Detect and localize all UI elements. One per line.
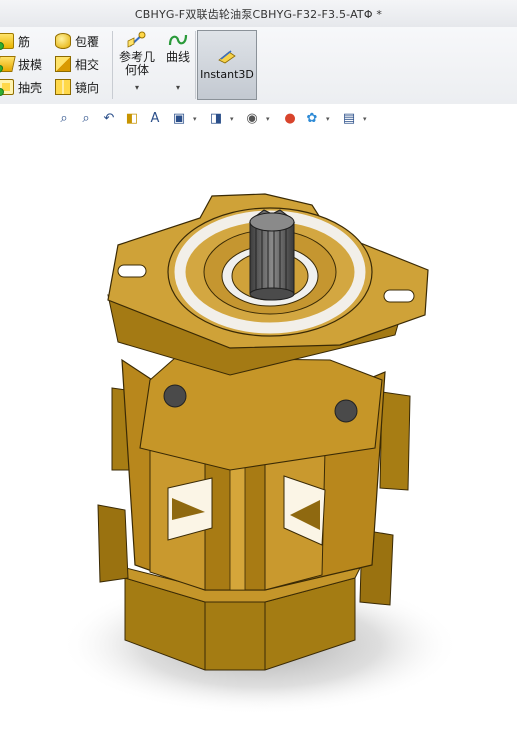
curves-button[interactable]: 曲线 ▾ (162, 31, 194, 94)
hide-show-items-icon[interactable]: ◉ (244, 111, 260, 127)
draft-label: 拔模 (18, 57, 43, 72)
instant3d-label: Instant3D (200, 67, 254, 81)
wrap-button[interactable]: 包覆 (55, 31, 99, 51)
reference-geometry-icon (126, 31, 148, 49)
display-style-icon[interactable]: ◨ (208, 111, 224, 127)
rib-button[interactable]: 筋 (0, 31, 30, 51)
shell-button[interactable]: 抽壳 (0, 77, 42, 97)
reference-geometry-label-2: 何体 (124, 63, 149, 77)
view-orientation-caret[interactable]: ▾ (193, 115, 197, 123)
curves-icon (167, 31, 189, 49)
ribbon-separator (195, 31, 196, 99)
instant3d-button[interactable]: Instant3D (197, 30, 257, 100)
hide-show-caret[interactable]: ▾ (266, 115, 270, 123)
curves-label: 曲线 (165, 50, 190, 64)
dynamic-annotation-icon[interactable]: A (147, 111, 163, 127)
reference-geometry-button[interactable]: 参考几 何体 ▾ (116, 31, 158, 94)
reference-geometry-dropdown-caret[interactable]: ▾ (135, 81, 139, 94)
mirror-icon (55, 79, 71, 95)
shell-label: 抽壳 (18, 80, 43, 95)
view-settings-icon[interactable]: ▤ (341, 111, 357, 127)
ribbon-separator (112, 31, 113, 99)
window-title: CBHYG-F双联齿轮油泵CBHYG-F32-F3.5-ATΦ * (134, 7, 383, 21)
title-bar: CBHYG-F双联齿轮油泵CBHYG-F32-F3.5-ATΦ * (0, 0, 517, 28)
section-view-icon[interactable]: ◧ (124, 111, 140, 127)
previous-view-icon[interactable]: ↶ (101, 111, 117, 127)
view-orientation-icon[interactable]: ▣ (171, 111, 187, 127)
curves-dropdown-caret[interactable]: ▾ (176, 81, 180, 94)
instant3d-icon (217, 49, 237, 64)
zoom-to-area-icon[interactable]: ⌕ (78, 111, 94, 127)
apply-scene-caret[interactable]: ▾ (326, 115, 330, 123)
draft-icon (0, 56, 16, 72)
command-manager-ribbon: 筋 拔模 抽壳 包覆 相交 镜向 参考几 何体 ▾ 曲线 ▾ (0, 27, 517, 105)
display-style-caret[interactable]: ▾ (230, 115, 234, 123)
intersect-button[interactable]: 相交 (55, 54, 99, 74)
intersect-label: 相交 (75, 57, 100, 72)
graphics-area[interactable]: ⌕ ⌕ ↶ ◧ A ▣ ▾ ◨ ▾ ◉ ▾ ● ✿ ▾ ▤ ▾ (0, 104, 517, 730)
mirror-label: 镜向 (75, 80, 100, 95)
rib-icon (0, 33, 14, 50)
wrap-icon (55, 33, 71, 49)
zoom-to-fit-icon[interactable]: ⌕ (56, 111, 72, 127)
edit-appearance-icon[interactable]: ● (282, 111, 298, 127)
gear-pump-model (60, 193, 460, 715)
mirror-button[interactable]: 镜向 (55, 77, 99, 97)
heads-up-view-toolbar: ⌕ ⌕ ↶ ◧ A ▣ ▾ ◨ ▾ ◉ ▾ ● ✿ ▾ ▤ ▾ (0, 109, 517, 131)
apply-scene-icon[interactable]: ✿ (304, 111, 320, 127)
intersect-icon (55, 56, 71, 72)
rib-label: 筋 (18, 34, 31, 49)
wrap-label: 包覆 (75, 34, 100, 49)
view-settings-caret[interactable]: ▾ (363, 115, 367, 123)
shell-icon (0, 79, 14, 96)
draft-button[interactable]: 拔模 (0, 54, 42, 74)
